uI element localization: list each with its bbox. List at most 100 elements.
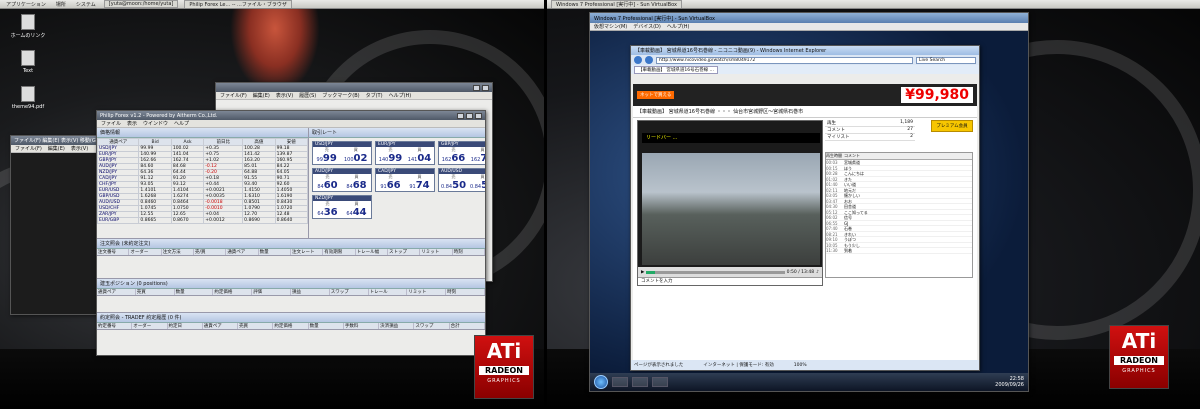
desktop-icon-text[interactable]: Text	[8, 50, 48, 74]
bid-quote[interactable]: 売 9166	[380, 174, 400, 191]
price-row[interactable]: EUR/GBP 0.8665 0.8670 +0.0012 0.8690 0.8640	[97, 217, 308, 224]
menu-devices[interactable]: デバイス(D)	[633, 23, 661, 30]
menu-file[interactable]: ファイル	[101, 120, 121, 127]
ie-titlebar[interactable]: 【車載動画】 宮城県道16号石巻線 ‐ ニコニコ動画(9) - Windows …	[631, 46, 979, 55]
close-button[interactable]	[482, 84, 489, 91]
minimize-button[interactable]	[473, 84, 480, 91]
price-col-header[interactable]: 高値	[242, 138, 276, 146]
grid-col-header[interactable]: トレール幅	[356, 249, 388, 255]
grid-col-header[interactable]: 評価	[252, 289, 291, 295]
vm-titlebar[interactable]: Windows 7 Professional [実行中] - Sun Virtu…	[590, 13, 1028, 23]
comment-input[interactable]: コメントを入力	[638, 277, 822, 285]
panel-menu-system[interactable]: システム	[74, 1, 98, 8]
grid-col-header[interactable]: 時刻	[446, 289, 485, 295]
bid-quote[interactable]: 売 16266	[442, 147, 465, 164]
grid-col-header[interactable]: 売/買	[194, 249, 227, 255]
menu-help[interactable]: ヘルプ(H)	[389, 92, 412, 99]
grid-col-header[interactable]: 有効期限	[323, 249, 356, 255]
grid-col-header[interactable]: 注文番号	[97, 249, 130, 255]
ask-quote[interactable]: 買 6444	[346, 201, 366, 218]
rate-tile[interactable]: CAD/JPY 売 9166 買 9174	[375, 168, 435, 192]
forward-icon[interactable]	[645, 56, 653, 64]
menu-window[interactable]: ウインドウ	[143, 120, 168, 127]
ask-quote[interactable]: 買 14104	[408, 147, 431, 164]
rate-tile[interactable]: NZD/JPY 売 6436 買 6444	[312, 195, 372, 219]
price-col-header[interactable]: 通貨ペア	[97, 138, 140, 146]
taskbar-clock[interactable]: 22:58 2009/09/26	[995, 376, 1024, 388]
ask-quote[interactable]: 買 10002	[344, 147, 367, 164]
grid-col-header[interactable]: スワップ	[330, 289, 369, 295]
premium-button[interactable]: プレミアム会員	[931, 120, 973, 132]
grid-col-header[interactable]: 通貨ペア	[226, 249, 259, 255]
minimize-button[interactable]	[457, 112, 464, 119]
desktop-icon-pdf[interactable]: theme94.pdf	[8, 86, 48, 110]
ask-quote[interactable]: 買 9174	[409, 174, 429, 191]
ask-quote[interactable]: 買0.8458	[470, 174, 485, 191]
grid-col-header[interactable]: 通貨ペア	[203, 323, 239, 329]
grid-col-header[interactable]: 数量	[309, 323, 344, 329]
grid-col-header[interactable]: 注文レート	[291, 249, 324, 255]
play-icon[interactable]: ▶	[641, 270, 644, 275]
price-col-header[interactable]: Bid	[138, 138, 172, 146]
grid-col-header[interactable]: 売買	[238, 323, 274, 329]
ad-banner[interactable]: ネットで買える ¥99,980	[633, 84, 977, 106]
background-window[interactable]: ファイル(F) 編集(E) 表示(V) 移動(G) ファイル(F) 編集(E) …	[10, 135, 100, 315]
panel-menu-apps[interactable]: アプリケーション	[4, 1, 48, 8]
video-player[interactable]: リードバー ... ▶ 0:50 / 13:48 ♪ コメントを入力	[637, 120, 823, 286]
rate-tile[interactable]: EUR/JPY 売 14099 買 14104	[375, 141, 435, 165]
price-col-header[interactable]: 前日比	[203, 138, 244, 146]
virtualbox-window[interactable]: Windows 7 Professional [実行中] - Sun Virtu…	[589, 12, 1029, 392]
menu-item[interactable]: ファイル(F)	[15, 145, 42, 152]
background-window-titlebar[interactable]: ファイル(F) 編集(E) 表示(V) 移動(G)	[11, 136, 99, 145]
forex-titlebar[interactable]: Philip Forex v1.2 - Powered by Aitherm C…	[97, 111, 485, 120]
grid-col-header[interactable]: 数量	[259, 249, 291, 255]
menu-history[interactable]: 履歴(S)	[299, 92, 316, 99]
back-icon[interactable]	[634, 56, 642, 64]
rate-tile[interactable]: AUD/USD売0.8450買0.8458	[438, 168, 485, 192]
menu-item[interactable]: 表示(V)	[71, 145, 88, 152]
forex-trading-window[interactable]: Philip Forex v1.2 - Powered by Aitherm C…	[96, 110, 486, 356]
search-input[interactable]: Live Search	[916, 56, 976, 64]
zoom-level[interactable]: 100%	[794, 363, 807, 368]
grid-col-header[interactable]: 決済損益	[379, 323, 415, 329]
browser-titlebar[interactable]	[216, 83, 492, 92]
taskbar-forex[interactable]: Philip Forex Le... -- ...ファイル・ブラウザ	[184, 0, 292, 8]
grid-col-header[interactable]: 時刻	[453, 249, 485, 255]
menu-view[interactable]: 表示	[127, 120, 137, 127]
bid-quote[interactable]: 売 6436	[317, 201, 337, 218]
maximize-button[interactable]	[466, 112, 473, 119]
close-button[interactable]	[475, 112, 482, 119]
menu-help[interactable]: ヘルプ(H)	[667, 23, 690, 30]
grid-col-header[interactable]: 損益	[291, 289, 330, 295]
desktop-icon-home[interactable]: ホームのリンク	[8, 14, 48, 39]
ask-quote[interactable]: 買16276	[471, 147, 485, 164]
grid-col-header[interactable]: 約定価格	[213, 289, 253, 295]
taskbar-ie-icon[interactable]	[612, 377, 628, 387]
grid-col-header[interactable]: リミット	[420, 249, 453, 255]
menu-edit[interactable]: 編集(E)	[253, 92, 270, 99]
grid-col-header[interactable]: トレール	[369, 289, 408, 295]
grid-col-header[interactable]: オーダー	[129, 249, 162, 255]
address-input[interactable]: http://www.nicovideo.jp/watch/sm8049172	[656, 56, 913, 64]
start-orb-icon[interactable]	[594, 375, 608, 389]
grid-col-header[interactable]: 手数料	[344, 323, 380, 329]
grid-col-header[interactable]: 約定日	[168, 323, 203, 329]
rate-tile[interactable]: USD/JPY 売 9999 買 10002	[312, 141, 372, 165]
price-col-header[interactable]: Ask	[170, 138, 205, 146]
grid-col-header[interactable]: スワップ	[414, 323, 450, 329]
taskbar-vm[interactable]: Windows 7 Professional [実行中] - Sun Virtu…	[551, 0, 682, 8]
taskbar-explorer-icon[interactable]	[632, 377, 648, 387]
volume-icon[interactable]: ♪	[816, 270, 819, 275]
taskbar-media-icon[interactable]	[652, 377, 668, 387]
menu-machine[interactable]: 仮想マシン(M)	[594, 23, 627, 30]
comment-row[interactable]: 11:30 到着	[826, 248, 972, 254]
grid-col-header[interactable]: 数量	[175, 289, 214, 295]
ie-tab[interactable]: 【車載動画】 宮城県道16号石巻線 ...	[634, 65, 718, 74]
price-col-header[interactable]: 安値	[274, 138, 308, 146]
rate-tile[interactable]: AUD/JPY 売 8460 買 8468	[312, 168, 372, 192]
grid-col-header[interactable]: ストップ	[388, 249, 421, 255]
grid-col-header[interactable]: 注文方法	[162, 249, 194, 255]
grid-col-header[interactable]: 売買	[136, 289, 175, 295]
grid-col-header[interactable]: 約定番号	[97, 323, 133, 329]
bid-quote[interactable]: 売 8460	[317, 174, 337, 191]
